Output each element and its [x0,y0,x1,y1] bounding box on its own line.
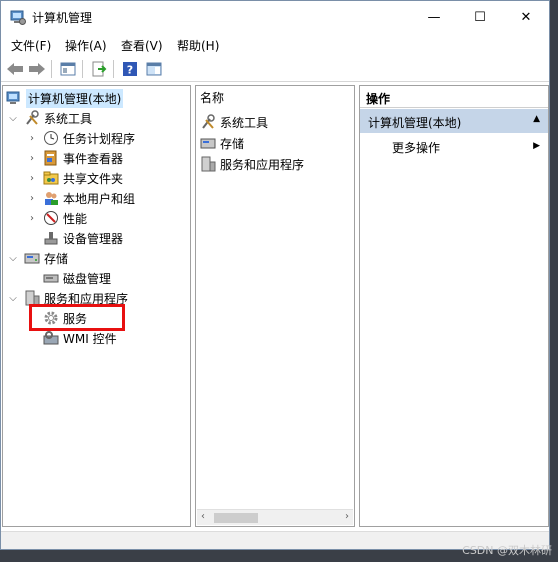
tree-label: 性能 [63,211,88,226]
tree-label: 任务计划程序 [63,131,136,146]
horizontal-scrollbar[interactable]: ‹ › [197,509,353,525]
list-item-label: 存储 [220,136,245,151]
chevron-down-icon[interactable]: ⌵ [8,253,18,264]
tree-item-system-tools[interactable]: ⌵ 系统工具 [8,108,92,128]
tree-label: WMI 控件 [63,331,117,346]
tree-item-disk-management[interactable]: 磁盘管理 [43,268,111,288]
tree-item-storage[interactable]: ⌵ 存储 [8,248,68,268]
list-item[interactable]: 存储 [200,133,244,153]
toolbar-separator [113,60,114,78]
window-title: 计算机管理 [32,11,93,25]
tree-label: 设备管理器 [63,231,124,246]
storage-icon [24,253,40,264]
maximize-button[interactable]: ☐ [457,1,503,33]
computer-management-icon [10,10,26,25]
toolbar: ? [1,56,549,82]
scroll-right-icon[interactable]: › [345,511,349,522]
clock-icon [44,131,58,145]
minimize-button[interactable]: — [411,1,457,33]
shared-folder-icon [43,171,59,185]
more-actions-item[interactable]: 更多操作 [392,139,440,156]
more-actions-label: 更多操作 [392,141,441,155]
services-apps-icon [201,156,216,172]
tree-label: 存储 [44,251,69,266]
scroll-left-icon[interactable]: ‹ [201,511,205,522]
tree-item-task-scheduler[interactable]: › 任务计划程序 [27,128,135,148]
highlight-annotation [29,304,125,331]
tree-item-event-viewer[interactable]: › 事件查看器 [27,148,123,168]
forward-icon[interactable] [27,59,47,79]
toolbar-separator [51,60,52,78]
tree-label: 计算机管理(本地) [26,88,124,108]
help-icon[interactable]: ? [120,59,140,79]
menu-view[interactable]: 查看(V) [121,37,163,54]
menu-help[interactable]: 帮助(H) [177,37,219,54]
tree-item-wmi[interactable]: WMI 控件 [43,328,117,348]
list-item-label: 系统工具 [220,115,269,130]
svg-text:?: ? [127,64,133,77]
tree-label: 共享文件夹 [63,171,124,186]
results-pane: 名称 系统工具 存储 服务和应用程序 ‹ › [195,85,355,527]
chevron-right-icon[interactable]: › [27,153,37,164]
back-icon[interactable] [5,59,25,79]
actions-group-label: 计算机管理(本地) [368,116,462,130]
list-item[interactable]: 服务和应用程序 [200,154,304,174]
device-manager-icon [44,232,58,245]
chevron-right-icon[interactable]: › [27,133,37,144]
chevron-down-icon[interactable]: ⌵ [8,113,18,124]
users-icon [45,192,58,205]
tree-label: 事件查看器 [63,151,124,166]
list-item-label: 服务和应用程序 [220,157,305,172]
tree-item-local-users[interactable]: › 本地用户和组 [27,188,135,208]
tree-label: 系统工具 [44,111,93,126]
list-item[interactable]: 系统工具 [200,112,268,132]
tree-item-performance[interactable]: › 性能 [27,208,87,228]
chevron-right-icon[interactable]: › [27,193,37,204]
tree-item-device-manager[interactable]: 设备管理器 [43,228,123,248]
chevron-right-icon[interactable]: › [27,213,37,224]
menu-bar: 文件(F) 操作(A) 查看(V) 帮助(H) [1,33,549,55]
tools-icon [202,114,215,129]
title-bar[interactable]: 计算机管理 — ☐ ✕ [1,1,549,33]
storage-icon [200,138,216,149]
tree-label: 磁盘管理 [63,271,112,286]
tree-item-shared-folders[interactable]: › 共享文件夹 [27,168,123,188]
computer-management-window: 计算机管理 — ☐ ✕ 文件(F) 操作(A) 查看(V) 帮助(H) ? 计算… [0,0,550,550]
close-button[interactable]: ✕ [503,1,549,33]
tree-item-root[interactable]: 计算机管理(本地) [6,88,124,108]
show-hide-pane-icon[interactable] [144,59,164,79]
column-header-name[interactable]: 名称 [200,89,224,106]
actions-pane: 操作 计算机管理(本地) ▲ 更多操作 ▶ [359,85,549,527]
chevron-down-icon[interactable]: ⌵ [8,293,18,304]
wmi-icon [43,331,59,345]
computer-management-icon [6,91,20,104]
collapse-up-icon[interactable]: ▲ [533,114,540,124]
watermark: CSDN @双木林研 [462,544,552,557]
actions-group-computer-management[interactable]: 计算机管理(本地) ▲ [360,109,548,133]
actions-header: 操作 [360,86,548,108]
toolbar-separator [82,60,83,78]
chevron-right-icon[interactable]: ▶ [533,141,540,151]
tree-label: 本地用户和组 [63,191,136,206]
event-viewer-icon [44,150,57,166]
disk-icon [43,274,59,283]
performance-icon [44,211,58,225]
export-list-icon[interactable] [89,59,109,79]
menu-file[interactable]: 文件(F) [11,37,51,54]
tools-icon [26,110,39,125]
scroll-thumb[interactable] [214,513,258,523]
chevron-right-icon[interactable]: › [27,173,37,184]
menu-action[interactable]: 操作(A) [65,37,107,54]
console-tree-icon[interactable] [58,59,78,79]
